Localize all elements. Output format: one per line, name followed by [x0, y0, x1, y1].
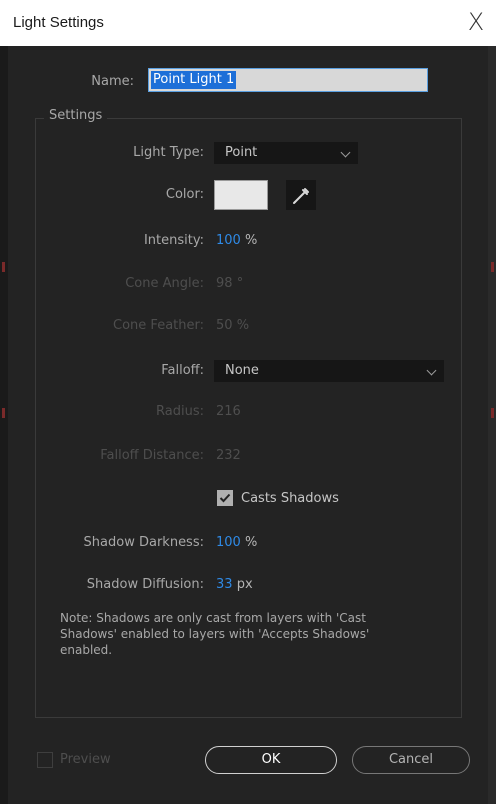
edge-marker — [491, 262, 494, 272]
casts-shadows-label[interactable]: Casts Shadows — [241, 491, 339, 506]
name-input[interactable]: Point Light 1 — [148, 68, 428, 92]
falloff-dropdown[interactable]: None — [214, 360, 444, 382]
cone-feather-unit: % — [236, 318, 250, 333]
falloff-distance-value: 232 — [216, 448, 241, 463]
cone-angle-unit: ° — [236, 276, 244, 291]
cancel-button[interactable]: Cancel — [352, 746, 470, 774]
falloff-distance-label: Falloff Distance: — [100, 448, 204, 463]
left-edge — [0, 46, 8, 804]
edge-marker — [491, 408, 494, 418]
cone-angle-field: 98 ° — [216, 276, 243, 291]
radius-value: 216 — [216, 404, 241, 419]
light-type-dropdown[interactable]: Point — [214, 142, 358, 164]
shadow-note: Note: Shadows are only cast from layers … — [60, 611, 370, 657]
shadow-diffusion-label: Shadow Diffusion: — [86, 577, 204, 592]
shadow-diffusion-unit: px — [236, 577, 253, 592]
intensity-field[interactable]: 100 % — [216, 233, 257, 248]
casts-shadows-checkbox[interactable] — [217, 490, 233, 506]
ok-button[interactable]: OK — [205, 746, 337, 774]
name-input-value: Point Light 1 — [151, 71, 237, 89]
intensity-value: 100 — [216, 233, 241, 248]
shadow-darkness-label: Shadow Darkness: — [83, 535, 204, 550]
shadow-darkness-field[interactable]: 100 % — [216, 535, 257, 550]
window-title: Light Settings — [13, 14, 104, 31]
chevron-down-icon — [340, 147, 351, 158]
right-edge — [488, 46, 496, 804]
cone-feather-value: 50 — [216, 318, 233, 333]
color-label: Color: — [165, 187, 204, 202]
name-label: Name: — [91, 74, 134, 89]
shadow-diffusion-value: 33 — [216, 577, 233, 592]
cone-angle-value: 98 — [216, 276, 233, 291]
shadow-diffusion-field[interactable]: 33 px — [216, 577, 253, 592]
edge-marker — [2, 408, 5, 418]
title-bar: Light Settings X — [0, 0, 496, 46]
shadow-darkness-value: 100 — [216, 535, 241, 550]
shadow-darkness-unit: % — [244, 535, 258, 550]
settings-group-legend: Settings — [44, 108, 108, 123]
cone-feather-label: Cone Feather: — [113, 318, 204, 333]
edge-marker — [2, 262, 5, 272]
radius-label: Radius: — [156, 404, 204, 419]
close-icon[interactable]: X — [462, 8, 490, 36]
preview-checkbox[interactable] — [37, 752, 53, 768]
falloff-label: Falloff: — [161, 363, 204, 378]
cone-feather-field: 50 % — [216, 318, 249, 333]
falloff-value: None — [225, 363, 259, 378]
cone-angle-label: Cone Angle: — [125, 276, 204, 291]
eyedropper-button[interactable] — [286, 180, 316, 210]
eyedropper-icon — [293, 188, 309, 204]
preview-label[interactable]: Preview — [60, 752, 111, 767]
light-type-label: Light Type: — [133, 145, 204, 160]
checkmark-icon — [219, 493, 231, 503]
intensity-label: Intensity: — [143, 233, 204, 248]
light-type-value: Point — [225, 145, 258, 160]
color-swatch[interactable] — [214, 180, 268, 210]
chevron-down-icon — [426, 365, 437, 376]
intensity-unit: % — [244, 233, 258, 248]
